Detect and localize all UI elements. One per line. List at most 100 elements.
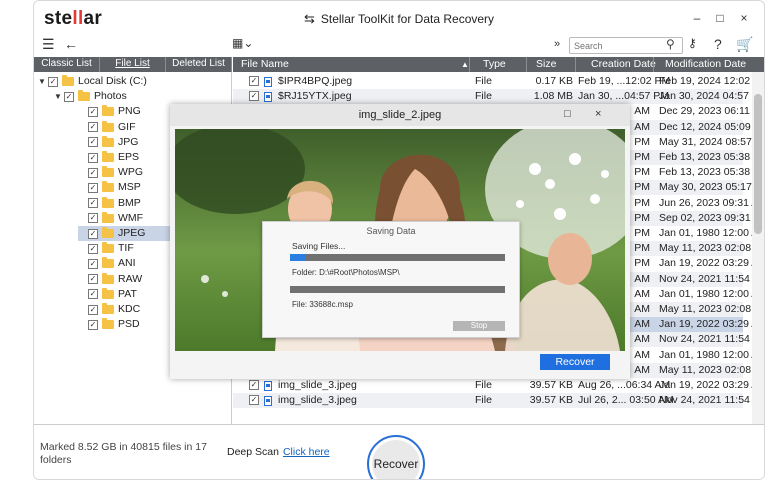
tree-node[interactable]: ▼ ✓ Photos [54,89,127,104]
tree-node[interactable]: ✓ PSD [78,317,140,332]
deep-scan: Deep Scan Click here [227,446,330,458]
preview-title-bar: img_slide_2.jpeg □ × [170,104,630,126]
expand-caret-icon[interactable]: ▼ [38,74,48,89]
table-row[interactable]: ✓ $RJ15YTX.jpeg File 1.08 MB Jan 30, ...04:5… [233,89,764,105]
col-file-name[interactable]: File Name [241,57,289,72]
saving-title: Saving Data [366,226,416,236]
tree-checkbox[interactable]: ✓ [88,198,98,209]
maximize-button[interactable]: □ [711,11,729,25]
tree-node[interactable]: ✓ RAW [78,272,142,287]
search-icon[interactable]: ⚲ [666,37,675,51]
tree-checkbox[interactable]: ✓ [88,106,98,117]
view-grid-icon[interactable]: ▦⌄ [232,36,253,50]
col-type[interactable]: Type [483,57,506,72]
file-name-cell: $RJ15YTX.jpeg [278,90,352,103]
tree-node-label: KDC [118,303,141,315]
minimize-button[interactable]: – [688,11,706,25]
file-size-cell: 39.57 KB [529,394,573,407]
folder-icon [102,151,114,162]
saving-progress-fill [290,254,306,261]
tree-checkbox[interactable]: ✓ [88,182,98,193]
tree-checkbox[interactable]: ✓ [88,304,98,315]
folder-icon [102,257,114,269]
scroll-thumb[interactable] [754,94,762,234]
tree-checkbox[interactable]: ✓ [88,319,98,330]
tree-node[interactable]: ✓ KDC [78,302,140,317]
modification-date-cell: Nov 24, 2021 11:54 PM [659,272,765,285]
tree-checkbox[interactable]: ✓ [88,228,98,239]
col-modification-date[interactable]: Modification Date [665,57,746,72]
folder-icon [102,272,114,284]
help-icon[interactable]: ? [714,36,722,52]
expand-icon[interactable]: » [554,38,560,50]
tree-node-label: Local Disk (C:) [78,75,147,87]
close-button[interactable]: × [735,11,753,25]
tree-node-label: WMF [118,211,144,224]
tree-checkbox[interactable]: ✓ [88,152,98,163]
file-icon [264,77,272,87]
tree-node[interactable]: ✓ TIF [78,241,134,256]
saving-progress-bar [290,254,505,261]
row-checkbox[interactable]: ✓ [249,91,259,102]
tab-classic-list[interactable]: Classic List [34,57,100,72]
col-creation-date[interactable]: Creation Date [591,57,656,72]
switch-icon[interactable]: ⇆ [304,11,315,27]
title-bar: stellar ⇆ Stellar ToolKit for Data Recove… [34,1,764,35]
tree-node[interactable]: ✓ WMF [78,211,143,226]
stop-button[interactable]: Stop [453,321,505,331]
tree-checkbox[interactable]: ✓ [88,289,98,300]
folder-icon [102,211,114,223]
tree-node[interactable]: ✓ WPG [78,165,143,180]
tree-node[interactable]: ✓ MSP [78,180,141,195]
row-checkbox[interactable]: ✓ [249,395,259,406]
tree-node-label: RAW [118,272,143,285]
modification-date-cell: Nov 24, 2021 11:54 PM [659,394,765,407]
tree-node[interactable]: ▼ ✓ Local Disk (C:) [38,74,147,89]
tree-checkbox[interactable]: ✓ [88,137,98,148]
tree-checkbox[interactable]: ✓ [88,243,98,254]
tree-node[interactable]: ✓ ANI [78,256,136,271]
preview-recover-button[interactable]: Recover [540,354,610,370]
tree-node[interactable]: ✓ GIF [78,120,136,135]
tree-checkbox[interactable]: ✓ [88,122,98,133]
expand-caret-icon[interactable]: ▼ [54,89,64,104]
key-icon[interactable]: ⚷ [688,36,697,50]
menu-icon[interactable]: ☰ [42,36,55,53]
tab-file-list[interactable]: File List [100,57,166,72]
preview-close-button[interactable]: × [595,108,601,120]
tree-checkbox[interactable]: ✓ [88,258,98,269]
table-row[interactable]: ✓ img_slide_3.jpeg File 39.57 KB Aug 26, ...… [233,378,764,393]
recover-button[interactable]: Recover [367,435,425,479]
table-row[interactable]: ✓ $IPR4BPQ.jpeg File 0.17 KB Feb 19, ...12:0… [233,74,764,89]
sort-asc-icon[interactable]: ▲ [461,57,469,72]
back-icon[interactable]: ← [64,36,78,52]
col-size[interactable]: Size [536,57,556,72]
tree-node-label: PNG [118,105,141,118]
tree-node[interactable]: ✓ JPG [78,135,138,150]
tree-checkbox[interactable]: ✓ [88,274,98,285]
tree-checkbox[interactable]: ✓ [64,91,74,102]
row-checkbox[interactable]: ✓ [249,76,259,86]
preview-maximize-button[interactable]: □ [564,108,571,120]
tree-node[interactable]: ✓ BMP [78,196,141,211]
table-row[interactable]: ✓ img_slide_3.jpeg File 39.57 KB Jul 26, 2..… [233,393,764,409]
tree-checkbox[interactable]: ✓ [48,76,58,87]
tree-node-label: PSD [118,318,140,331]
cart-icon[interactable]: 🛒 [736,36,753,53]
vertical-scrollbar[interactable] [752,72,764,424]
tree-node[interactable]: ✓ PAT [78,287,137,302]
modification-date-cell: Jan 01, 1980 12:00 AM [659,287,765,300]
file-grid-header: File Name ▲ Type Size Creation Date Modi… [233,57,764,72]
file-size-cell: 39.57 KB [529,379,573,391]
preview-title: img_slide_2.jpeg [358,109,442,121]
modification-date-cell: May 30, 2023 05:17 AM [659,181,765,194]
tree-node[interactable]: ✓ PNG [78,104,141,119]
tree-checkbox[interactable]: ✓ [88,167,98,178]
folder-icon [102,242,114,254]
tree-node[interactable]: ✓ EPS [78,150,139,165]
tree-checkbox[interactable]: ✓ [88,213,98,224]
row-checkbox[interactable]: ✓ [249,380,259,390]
tab-deleted-list[interactable]: Deleted List [166,57,232,72]
folder-icon [102,303,114,314]
deep-scan-link[interactable]: Click here [283,446,330,458]
